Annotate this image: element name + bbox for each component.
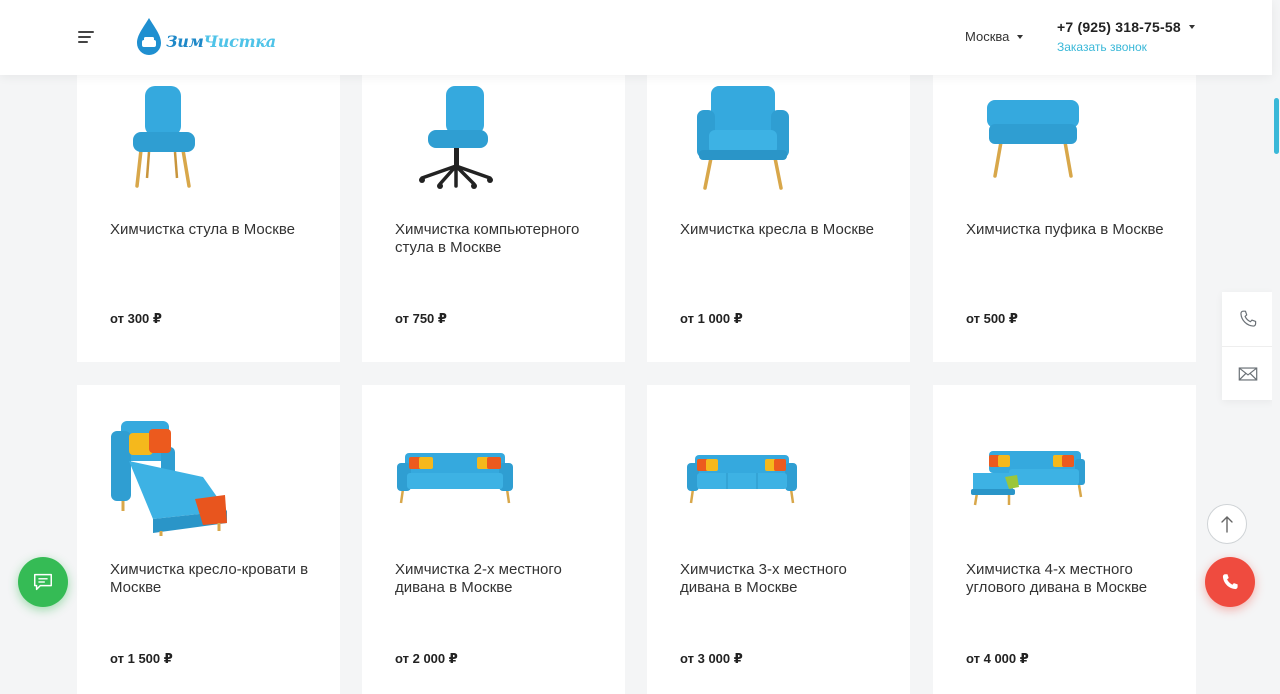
- city-selector[interactable]: Москва: [965, 29, 1024, 44]
- corner-sofa-icon: [971, 451, 1085, 506]
- product-price: от 300 ₽: [110, 311, 162, 326]
- scroll-to-top-button[interactable]: [1207, 504, 1247, 544]
- logo-text: ЗимЧистка: [166, 31, 276, 51]
- phone-icon: [1240, 310, 1257, 327]
- chat-button[interactable]: [18, 557, 68, 607]
- envelope-icon: [1238, 366, 1258, 381]
- product-title[interactable]: Химчистка кресла в Москве: [680, 221, 880, 239]
- sofa-3-icon: [687, 455, 797, 504]
- logo[interactable]: ЗимЧистка: [134, 16, 276, 58]
- product-title[interactable]: Химчистка кресло-кровати в Москве: [110, 561, 310, 597]
- product-title[interactable]: Химчистка 4-х местного углового дивана в…: [966, 561, 1166, 597]
- product-title[interactable]: Химчистка пуфика в Москве: [966, 221, 1166, 239]
- side-email-button[interactable]: [1222, 346, 1274, 400]
- product-price: от 4 000 ₽: [966, 651, 1029, 666]
- product-card[interactable]: Химчистка пуфика в Москве от 500 ₽: [933, 75, 1196, 362]
- product-price: от 2 000 ₽: [395, 651, 458, 666]
- product-card[interactable]: Химчистка стула в Москве от 300 ₽: [77, 75, 340, 362]
- sofa-2-icon: [397, 453, 513, 504]
- product-card[interactable]: Химчистка компьютерного стула в Москве о…: [362, 75, 625, 362]
- product-title[interactable]: Химчистка 2-х местного дивана в Москве: [395, 561, 595, 597]
- armchair-bed-icon: [111, 421, 227, 536]
- product-card[interactable]: Химчистка 4-х местного углового дивана в…: [933, 385, 1196, 694]
- product-title[interactable]: Химчистка компьютерного стула в Москве: [395, 221, 595, 257]
- product-card[interactable]: Химчистка 2-х местного дивана в Москве о…: [362, 385, 625, 694]
- scrollbar-thumb[interactable]: [1274, 98, 1279, 154]
- arrow-up-icon: [1221, 516, 1233, 533]
- phone-icon: [1222, 574, 1238, 590]
- call-button[interactable]: [1205, 557, 1255, 607]
- product-price: от 750 ₽: [395, 311, 447, 326]
- callback-link[interactable]: Заказать звонок: [1057, 40, 1195, 54]
- product-price: от 1 000 ₽: [680, 311, 743, 326]
- scrollbar[interactable]: [1272, 0, 1280, 694]
- contacts: +7 (925) 318-75-58 Заказать звонок: [1057, 19, 1195, 54]
- product-card[interactable]: Химчистка 3-х местного дивана в Москве о…: [647, 385, 910, 694]
- site-header: ЗимЧистка Москва +7 (925) 318-75-58 Зака…: [0, 0, 1272, 75]
- side-contact-panel: [1222, 292, 1274, 400]
- pouf-icon: [987, 100, 1079, 178]
- water-drop-icon: [137, 18, 161, 55]
- caret-down-icon: [1188, 25, 1195, 29]
- phone-number[interactable]: +7 (925) 318-75-58: [1057, 19, 1195, 35]
- product-card[interactable]: Химчистка кресло-кровати в Москве от 1 5…: [77, 385, 340, 694]
- product-card[interactable]: Химчистка кресла в Москве от 1 000 ₽: [647, 75, 910, 362]
- side-phone-button[interactable]: [1222, 292, 1274, 346]
- chair-icon: [133, 86, 195, 188]
- product-price: от 3 000 ₽: [680, 651, 743, 666]
- office-chair-icon: [419, 86, 493, 189]
- product-title[interactable]: Химчистка стула в Москве: [110, 221, 310, 239]
- menu-icon[interactable]: [78, 31, 94, 43]
- city-label: Москва: [965, 29, 1010, 44]
- chat-icon: [34, 573, 52, 591]
- product-price: от 500 ₽: [966, 311, 1018, 326]
- caret-down-icon: [1017, 34, 1024, 39]
- armchair-icon: [697, 86, 789, 190]
- product-price: от 1 500 ₽: [110, 651, 173, 666]
- product-title[interactable]: Химчистка 3-х местного дивана в Москве: [680, 561, 880, 597]
